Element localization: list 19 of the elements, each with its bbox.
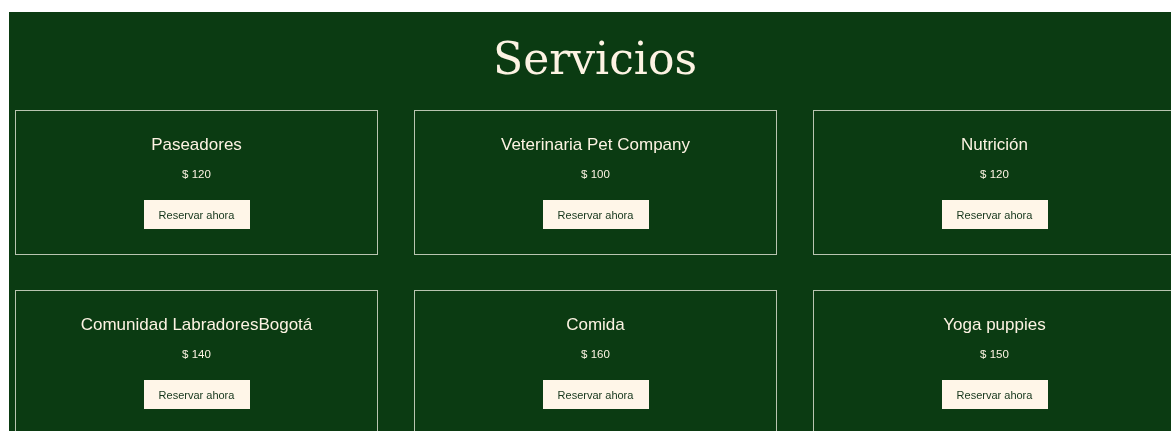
reserve-button[interactable]: Reservar ahora	[143, 200, 250, 229]
page-title: Servicios	[492, 32, 698, 86]
service-price: $ 140	[182, 347, 211, 361]
reserve-button[interactable]: Reservar ahora	[143, 380, 250, 409]
service-price: $ 100	[581, 167, 610, 181]
reserve-button[interactable]: Reservar ahora	[542, 200, 649, 229]
service-price: $ 120	[182, 167, 211, 181]
service-name: Comida	[566, 315, 625, 335]
service-price: $ 160	[581, 347, 610, 361]
service-price: $ 150	[980, 347, 1009, 361]
reserve-button[interactable]: Reservar ahora	[542, 380, 649, 409]
service-name: Yoga puppies	[943, 315, 1046, 335]
service-price: $ 120	[980, 167, 1009, 181]
service-name: Nutrición	[960, 135, 1029, 155]
reserve-button[interactable]: Reservar ahora	[941, 200, 1048, 229]
reserve-button[interactable]: Reservar ahora	[941, 380, 1048, 409]
service-name: Comunidad LabradoresBogotá	[80, 315, 313, 335]
service-name: Paseadores	[151, 135, 242, 155]
service-name: Veterinaria Pet Company	[501, 135, 690, 155]
